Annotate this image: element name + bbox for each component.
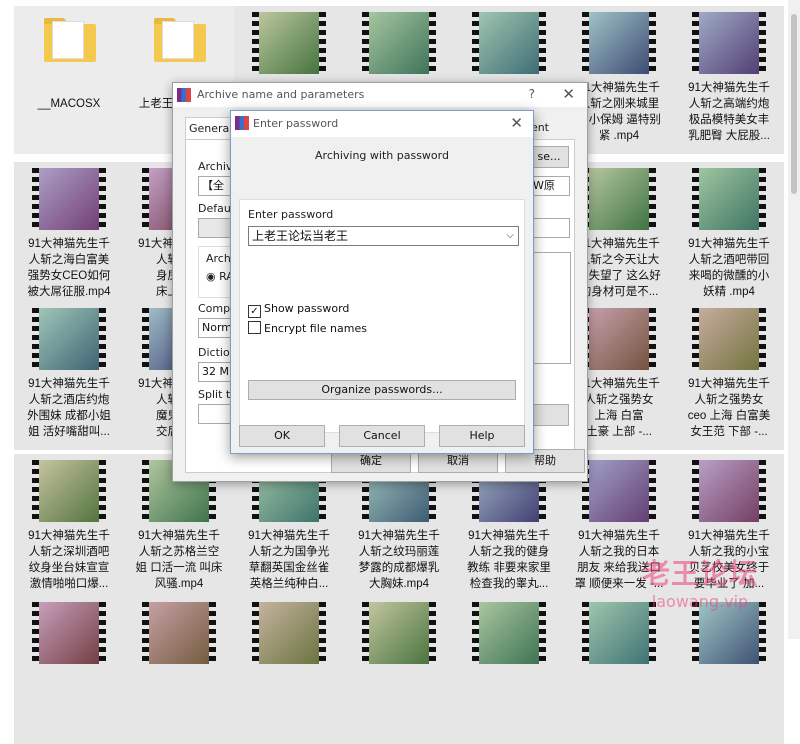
winrar-icon	[177, 88, 191, 102]
close-icon[interactable]: ✕	[562, 85, 575, 103]
video-file-item[interactable]: 91大神猫先生千 人斩之深圳酒吧 纹身坐台妹宣宣 激情啪啪口爆...	[14, 454, 124, 602]
title-bar[interactable]: Enter password ✕	[231, 111, 533, 137]
close-icon[interactable]: ✕	[510, 114, 523, 132]
file-name-label: 91大神猫先生千 人斩之深圳酒吧 纹身坐台妹宣宣 激情啪啪口爆...	[28, 530, 110, 590]
scrollbar-thumb[interactable]	[791, 14, 797, 194]
video-thumbnail	[692, 602, 766, 664]
video-file-item[interactable]	[124, 596, 234, 744]
enter-password-dialog: Enter password ✕ Archiving with password…	[230, 110, 534, 454]
video-thumbnail	[362, 12, 436, 74]
video-thumbnail	[582, 308, 656, 370]
password-group: Enter password 上老王论坛当老王 ⌵ ✓ Show password…	[239, 199, 525, 433]
file-name-label: 91大神猫先生千 人斩之苏格兰空 姐 口活一流 叫床 风骚.mp4	[135, 530, 223, 590]
cancel-button[interactable]: Cancel	[339, 425, 425, 447]
file-name-label: 91大神猫先生千 人斩之强势女 ceo 上海 白富美 女王范 下部 -...	[687, 378, 771, 438]
video-file-item[interactable]: 91大神猫先生千 人斩之酒店约炮 外围妹 成都小姐 姐 活好嘴甜叫...	[14, 302, 124, 450]
help-icon[interactable]: ?	[529, 87, 535, 101]
video-thumbnail	[252, 602, 326, 664]
folder-item[interactable]: __MACOSX	[14, 6, 124, 154]
file-name-label: 91大神猫先生千 人斩之纹玛丽莲 梦露的成都爆乳 大胸妹.mp4	[358, 530, 440, 590]
video-file-item[interactable]	[234, 596, 344, 744]
video-thumbnail	[472, 602, 546, 664]
video-thumbnail	[32, 460, 106, 522]
video-thumbnail	[472, 12, 546, 74]
video-file-item[interactable]: 91大神猫先生千 人斩之海白富美 强势女CEO如何 被大屌征服.mp4	[14, 162, 124, 310]
watermark: 老王论坛 laowang.vip	[610, 552, 790, 611]
watermark-text: 老王论坛	[641, 557, 758, 590]
video-thumbnail	[32, 168, 106, 230]
dialog-title: Enter password	[253, 117, 339, 130]
video-thumbnail	[582, 12, 656, 74]
video-file-item[interactable]	[14, 596, 124, 744]
title-bar[interactable]: Archive name and parameters ? ✕	[173, 83, 587, 107]
dropdown-icon[interactable]: ⌵	[506, 227, 514, 245]
archiving-with-password-heading: Archiving with password	[315, 149, 449, 162]
split-volumes-field[interactable]	[198, 404, 233, 424]
folder-icon	[154, 18, 206, 62]
file-name-label: 91大神猫先生千 人斩之酒吧带回 来喝的微醺的小 妖精 .mp4	[688, 238, 770, 298]
video-file-item[interactable]	[454, 596, 564, 744]
winrar-icon	[235, 116, 249, 130]
browse-button[interactable]: se...	[529, 146, 569, 168]
video-thumbnail	[32, 308, 106, 370]
video-file-item[interactable]	[344, 596, 454, 744]
video-file-item[interactable]	[674, 596, 784, 744]
video-thumbnail	[582, 168, 656, 230]
watermark-url: laowang.vip	[651, 592, 749, 611]
organize-passwords-button[interactable]: Organize passwords...	[248, 380, 516, 400]
file-name-label: __MACOSX	[37, 98, 101, 110]
video-file-item[interactable]: 91大神猫先生千 人斩之酒吧带回 来喝的微醺的小 妖精 .mp4	[674, 162, 784, 310]
show-password-checkbox[interactable]: ✓ Show password	[248, 302, 448, 318]
file-name-label: 91大神猫先生千 人斩之酒店约炮 外围妹 成都小姐 姐 活好嘴甜叫...	[27, 378, 111, 438]
video-file-item[interactable]: 91大神猫先生千 人斩之高端约炮 极品模特美女丰 乳肥臀 大屁股...	[674, 6, 784, 154]
dictionary-dropdown[interactable]: 32 MB	[198, 362, 233, 382]
tab-general[interactable]: General	[185, 117, 237, 140]
file-name-label: 91大神猫先生千 人斩之海白富美 强势女CEO如何 被大屌征服.mp4	[27, 238, 111, 298]
video-thumbnail	[692, 308, 766, 370]
password-value: 上老王论坛当老王	[252, 229, 349, 243]
enter-password-label: Enter password	[248, 208, 334, 221]
video-thumbnail	[692, 12, 766, 74]
profile-field[interactable]	[198, 218, 233, 238]
radio-selected-icon: ◉	[206, 270, 216, 283]
video-file-item[interactable]: 91大神猫先生千 人斩之强势女 ceo 上海 白富美 女王范 下部 -...	[674, 302, 784, 450]
compression-dropdown[interactable]: Norma	[198, 318, 233, 338]
file-name-label: 91大神猫先生千 人斩之为国争光 草翻英国金丝雀 英格兰纯种白...	[248, 530, 330, 590]
set-password-button[interactable]	[529, 404, 569, 426]
ok-button[interactable]: OK	[239, 425, 325, 447]
checkbox-unchecked-icon	[248, 321, 261, 334]
video-thumbnail	[692, 460, 766, 522]
video-thumbnail	[582, 460, 656, 522]
update-mode-dropdown[interactable]	[529, 218, 570, 238]
password-input[interactable]: 上老王论坛当老王 ⌵	[248, 226, 519, 246]
dialog-title: Archive name and parameters	[197, 88, 365, 101]
video-file-item[interactable]	[564, 596, 674, 744]
encrypt-file-names-label: Encrypt file names	[264, 322, 367, 335]
file-name-label: 91大神猫先生千 人斩之我的健身 教练 非要来家里 检查我的睾丸...	[467, 530, 551, 590]
video-thumbnail	[362, 602, 436, 664]
checkbox-checked-icon: ✓	[248, 305, 261, 318]
video-thumbnail	[252, 12, 326, 74]
profiles-dropdown[interactable]: W原	[529, 176, 570, 196]
video-thumbnail	[582, 602, 656, 664]
help-button[interactable]: Help	[439, 425, 525, 447]
encrypt-file-names-checkbox[interactable]: Encrypt file names	[248, 321, 448, 335]
video-thumbnail	[692, 168, 766, 230]
show-password-label: Show password	[264, 302, 350, 315]
vertical-scrollbar[interactable]	[788, 0, 800, 639]
folder-icon	[44, 18, 96, 62]
file-name-label: 91大神猫先生千 人斩之高端约炮 极品模特美女丰 乳肥臀 大屁股...	[688, 82, 770, 142]
video-thumbnail	[32, 602, 106, 664]
video-thumbnail	[142, 602, 216, 664]
